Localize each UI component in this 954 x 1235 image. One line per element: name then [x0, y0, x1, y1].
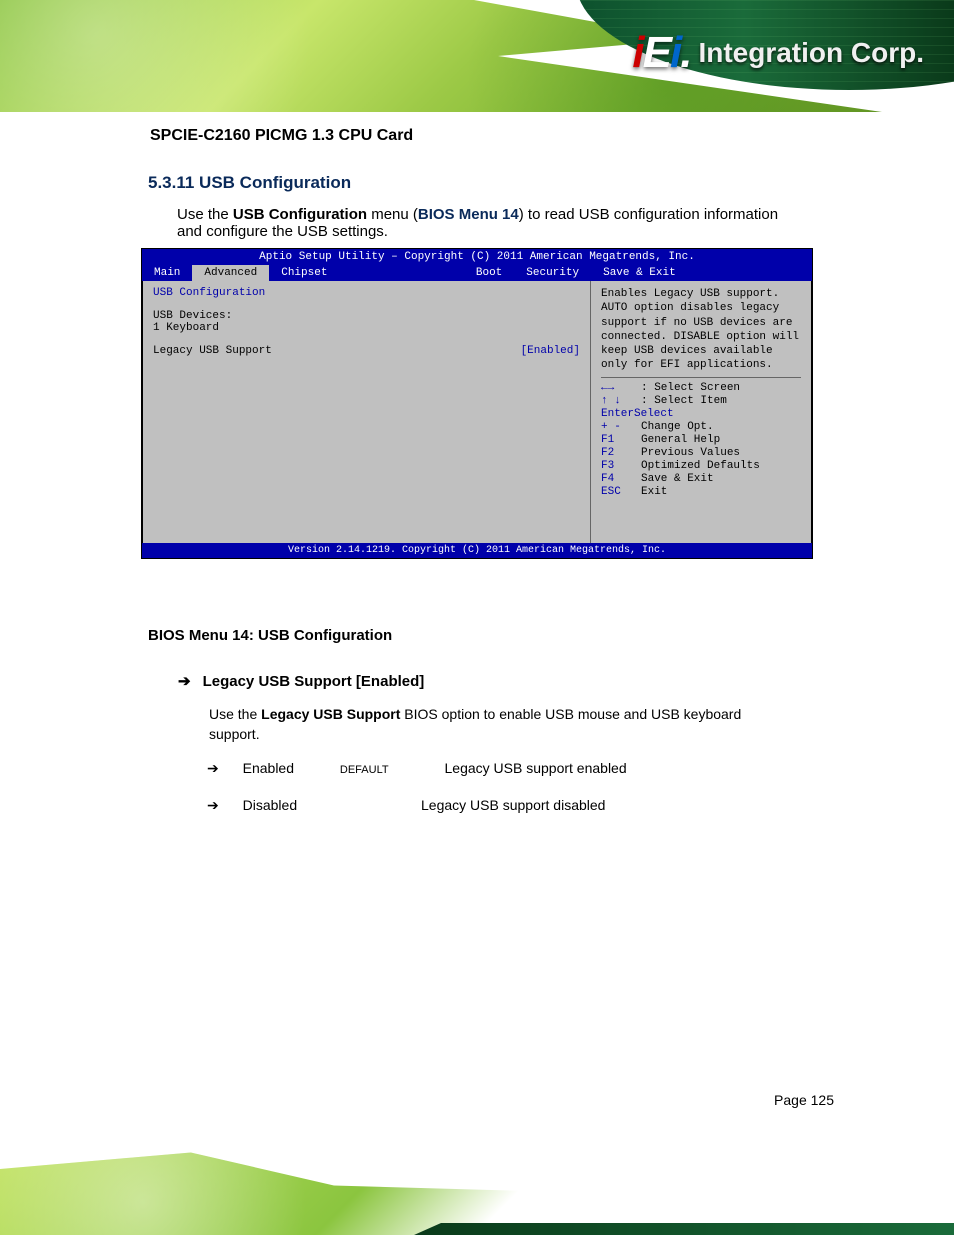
figure-caption: BIOS Menu 14: USB Configuration: [148, 627, 392, 644]
bios-help-item: F3Optimized Defaults: [601, 460, 801, 472]
bios-help-item: + -Change Opt.: [601, 421, 801, 433]
bios-help-item: F4Save & Exit: [601, 473, 801, 485]
left-right-arrow-icon: ←→: [601, 382, 641, 394]
bios-tab-advanced: Advanced: [192, 265, 269, 281]
bios-row-option: Legacy USB Support[Enabled]: [153, 345, 580, 357]
bios-help-item: F2Previous Values: [601, 447, 801, 459]
option-heading: ➔ Legacy USB Support [Enabled]: [178, 672, 424, 690]
bios-help-item: EnterSelect: [601, 408, 801, 420]
logo-suffix: Integration Corp.: [698, 37, 924, 69]
header-banner: iEi. Integration Corp.: [0, 0, 954, 112]
product-title: SPCIE-C2160 PICMG 1.3 CPU Card: [150, 127, 413, 145]
arrow-right-icon: ➔: [207, 797, 219, 814]
section-heading: 5.3.11 USB Configuration: [148, 173, 351, 193]
bios-title-bar: Aptio Setup Utility – Copyright (C) 2011…: [142, 249, 812, 265]
option-description: Use the Legacy USB Support BIOS option t…: [209, 705, 741, 744]
bios-row: USB Devices:: [153, 310, 580, 322]
arrow-right-icon: ➔: [207, 760, 219, 777]
bios-tab-saveexit: Save & Exit: [591, 265, 812, 281]
bios-tab-boot: Boot: [464, 265, 514, 281]
bios-right-panel: Enables Legacy USB support. AUTO option …: [591, 281, 812, 543]
footer-dark-strip: [414, 1223, 954, 1235]
bios-tab-chipset: Chipset: [269, 265, 464, 281]
sub-option-enabled: ➔ Enabled DEFAULT Legacy USB support ena…: [207, 760, 627, 777]
arrow-right-icon: ➔: [178, 672, 191, 690]
bios-row: 1 Keyboard: [153, 322, 580, 334]
document-page: iEi. Integration Corp. SPCIE-C2160 PICMG…: [0, 0, 954, 1235]
bios-help-item: ESCExit: [601, 486, 801, 498]
bios-help-description: Enables Legacy USB support. AUTO option …: [601, 287, 801, 373]
bios-screenshot: Aptio Setup Utility – Copyright (C) 2011…: [141, 248, 813, 559]
footer-banner: [0, 1125, 954, 1235]
bios-tab-security: Security: [514, 265, 591, 281]
bios-footer-bar: Version 2.14.1219. Copyright (C) 2011 Am…: [142, 543, 812, 558]
bios-content: USB Configuration USB Devices: 1 Keyboar…: [142, 281, 812, 543]
bios-left-panel: USB Configuration USB Devices: 1 Keyboar…: [142, 281, 591, 543]
up-down-arrow-icon: ↑ ↓: [601, 395, 641, 407]
logo-iei: iEi.: [632, 28, 690, 78]
intro-text: Use the USB Configuration menu (BIOS Men…: [177, 206, 778, 240]
bios-help-item: ↑ ↓: Select Item: [601, 395, 801, 407]
page-number: Page 125: [774, 1092, 834, 1108]
bios-help-item: F1General Help: [601, 434, 801, 446]
logo-area: iEi. Integration Corp.: [632, 28, 924, 78]
bios-tabs: Main Advanced Chipset Boot Security Save…: [142, 265, 812, 281]
sub-option-disabled: ➔ Disabled Legacy USB support disabled: [207, 797, 605, 814]
bios-help-item: ←→: Select Screen: [601, 382, 801, 394]
bios-tab-main: Main: [142, 265, 192, 281]
bios-row-header: USB Configuration: [153, 287, 580, 299]
